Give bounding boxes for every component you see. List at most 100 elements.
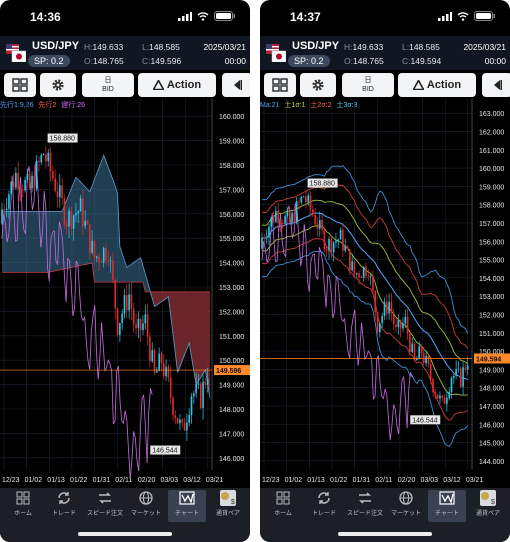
candle-body xyxy=(10,181,13,195)
tab-chart[interactable]: チャート xyxy=(428,490,466,522)
quote-time: 00:00 xyxy=(224,56,246,66)
candle-body xyxy=(114,279,117,309)
x-tick-label: 03/12 xyxy=(183,477,201,484)
candle-body xyxy=(8,194,10,209)
y-tick-label: 147.000 xyxy=(479,404,504,411)
settings-button[interactable] xyxy=(300,73,336,97)
candle-body xyxy=(52,171,54,179)
tab-home-grid[interactable]: ホーム xyxy=(264,490,302,522)
candle-body xyxy=(12,181,15,188)
candle-body xyxy=(404,316,407,324)
close-quote: C:149.596 xyxy=(142,56,182,66)
candle-body xyxy=(130,294,133,310)
bollinger-band-lower-1sigma xyxy=(261,225,468,396)
x-tick-label: 01/31 xyxy=(93,477,111,484)
y-tick-label: 160.000 xyxy=(219,114,244,121)
action-button[interactable]: Action xyxy=(138,73,216,97)
y-tick-label: 150.000 xyxy=(219,358,244,365)
x-tick-label: 03/03 xyxy=(421,477,439,484)
candle-body xyxy=(284,215,286,224)
bollinger-band-upper-1sigma xyxy=(261,199,469,365)
candle-body xyxy=(19,189,22,191)
tab-trade-arrows[interactable]: トレード xyxy=(305,490,343,522)
candle-body xyxy=(374,290,377,313)
candle-body xyxy=(149,336,151,362)
x-tick-label: 12/23 xyxy=(2,477,20,484)
svg-text:$: $ xyxy=(491,499,495,506)
y-tick-label: 153.000 xyxy=(219,285,244,292)
candle-body xyxy=(362,266,365,278)
candle-body xyxy=(466,365,469,370)
tab-globe[interactable]: マーケット xyxy=(387,490,425,522)
tab-trade-arrows[interactable]: トレード xyxy=(45,490,83,522)
tab-currency-pair[interactable]: $ 通貨ペア xyxy=(209,490,247,522)
layout-grid-button[interactable] xyxy=(264,73,296,97)
candle-body xyxy=(5,208,8,211)
candle-body xyxy=(286,211,289,216)
candle-body xyxy=(397,320,400,327)
tab-globe[interactable]: マーケット xyxy=(127,490,165,522)
current-price-label: 149.594 xyxy=(476,356,501,363)
globe-icon xyxy=(139,491,153,505)
tab-chart[interactable]: チャート xyxy=(168,490,206,522)
price-chart-bollinger[interactable]: 163.000 162.000 161.000 160.000 159.000 158.0… xyxy=(260,98,510,488)
quote-header[interactable]: USD/JPY SP: 0.2 H:149.633 O:148.765 L:14… xyxy=(0,36,250,70)
tab-speed-order[interactable]: スピード注文 xyxy=(86,490,124,522)
candle-body xyxy=(91,240,93,253)
candle-body xyxy=(385,302,388,314)
timeframe-label: 日 xyxy=(104,77,112,84)
candle-body xyxy=(349,249,351,271)
candle-body xyxy=(119,323,121,335)
tab-label: トレード xyxy=(311,511,336,517)
candle-body xyxy=(165,366,167,377)
y-tick-label: 148.000 xyxy=(479,386,504,393)
settings-button[interactable] xyxy=(40,73,76,97)
candle-body xyxy=(33,175,36,189)
candle-body xyxy=(38,160,40,163)
collapse-panel-button[interactable] xyxy=(222,73,250,97)
x-tick-label: 01/22 xyxy=(330,477,348,484)
candle-body xyxy=(172,397,174,416)
battery-icon xyxy=(474,11,495,21)
x-tick-label: 03/03 xyxy=(161,477,179,484)
price-chart-ichimoku[interactable]: 160.000 159.000 158.000 157.000 156.000 155.0… xyxy=(0,98,250,488)
candle-body xyxy=(202,381,204,408)
candle-body xyxy=(314,214,316,225)
bottom-tab-bar: ホーム トレード スピード注文 マーケット チャート $ 通貨ペア xyxy=(260,488,510,542)
candle-body xyxy=(160,353,163,364)
chart-icon xyxy=(439,491,455,505)
candle-body xyxy=(35,160,38,189)
x-tick-label: 01/02 xyxy=(25,477,43,484)
action-button[interactable]: Action xyxy=(398,73,476,97)
timeframe-bid-button[interactable]: 日 BID xyxy=(82,73,134,97)
candle-body xyxy=(128,294,130,311)
tab-speed-order[interactable]: スピード注文 xyxy=(346,490,384,522)
candle-body xyxy=(328,238,330,251)
timeframe-bid-button[interactable]: 日 BID xyxy=(342,73,394,97)
y-tick-label: 149.000 xyxy=(479,367,504,374)
status-icons xyxy=(438,11,496,21)
layout-grid-button[interactable] xyxy=(4,73,36,97)
y-tick-label: 160.000 xyxy=(479,166,504,173)
candle-body xyxy=(291,212,293,223)
candle-body xyxy=(17,173,19,190)
svg-text:$: $ xyxy=(231,499,235,506)
tab-currency-pair[interactable]: $ 通貨ペア xyxy=(469,490,507,522)
tab-home-grid[interactable]: ホーム xyxy=(4,490,42,522)
y-tick-label: 151.000 xyxy=(479,331,504,338)
phone-screen-ichimoku: 14:36 USD/JPY SP: 0.2 H:149.633 O:148.76… xyxy=(0,0,250,542)
grid-icon xyxy=(12,78,28,92)
tab-label: マーケット xyxy=(130,511,161,517)
quote-header[interactable]: USD/JPY SP: 0.2 H:149.633 O:148.765 L:14… xyxy=(260,36,510,70)
candle-body xyxy=(193,393,195,397)
candle-body xyxy=(429,364,432,380)
candle-body xyxy=(453,375,455,378)
candle-body xyxy=(441,395,444,398)
collapse-panel-button[interactable] xyxy=(482,73,510,97)
action-label: Action xyxy=(426,79,462,91)
candle-body xyxy=(455,368,457,376)
candle-body xyxy=(302,196,305,198)
tab-label: トレード xyxy=(51,511,76,517)
signal-icon xyxy=(178,11,192,21)
tab-label: ホーム xyxy=(14,511,32,517)
